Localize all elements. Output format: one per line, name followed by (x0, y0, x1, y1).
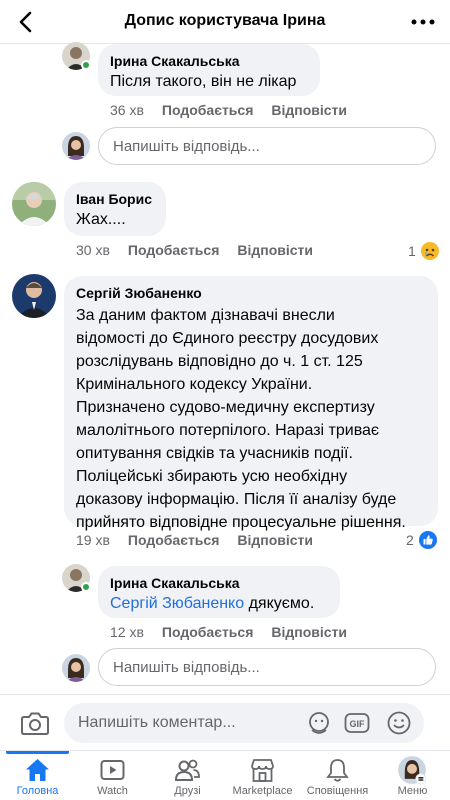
comment-text: Сергій Зюбаненко дякуємо. (110, 592, 328, 615)
comment-text-line: доказову інформацію. Після її аналізу бу… (76, 491, 397, 508)
avatar[interactable] (12, 182, 56, 226)
reply-input[interactable]: Напишіть відповідь... (98, 127, 436, 165)
avatar[interactable] (12, 274, 56, 318)
reply-button[interactable]: Відповісти (271, 102, 347, 118)
reaction-count: 1 (408, 243, 416, 259)
tab-notifications[interactable]: Сповіщення (300, 751, 375, 800)
comment-text-line: Поліцейські збирають усю необхідну (76, 468, 348, 485)
tab-menu[interactable]: Меню (375, 751, 450, 800)
comment-time[interactable]: 36 хв (110, 102, 144, 118)
like-button[interactable]: Подобається (162, 102, 253, 118)
comment-bubble[interactable]: Іван Борис Жах.... (64, 182, 166, 236)
comment-text-line: розслідувань відповідно до ч. 1 ст. 125 (76, 353, 363, 370)
comment-text: Жах.... (76, 211, 126, 228)
comment-bubble[interactable]: Ірина Скакальська Після такого, він не л… (98, 44, 320, 96)
comment-text-line: прийнято відповідне процесуальне рішення… (76, 514, 406, 531)
like-button[interactable]: Подобається (162, 624, 253, 640)
comment-time[interactable]: 19 хв (76, 532, 110, 548)
comment-actions: 30 хв Подобається Відповісти (76, 242, 313, 258)
tab-label: Marketplace (232, 785, 293, 797)
comment-text-line: Кримінального кодексу України. (76, 376, 313, 393)
back-arrow-icon[interactable] (12, 8, 40, 36)
comment-composer: Напишіть коментар... GIF (0, 694, 450, 750)
comment-author[interactable]: Ірина Скакальська (110, 52, 308, 70)
tab-label: Друзі (174, 785, 201, 797)
tab-friends[interactable]: Друзі (150, 751, 225, 800)
tab-marketplace[interactable]: Marketplace (225, 751, 300, 800)
comment-text-line: опитування свідків та учасників події. (76, 445, 353, 462)
svg-text:GIF: GIF (350, 719, 366, 729)
friends-icon (174, 759, 200, 781)
like-button[interactable]: Подобається (128, 242, 219, 258)
camera-icon[interactable] (20, 709, 50, 737)
reply-button[interactable]: Відповісти (271, 624, 347, 640)
comment-input-placeholder: Напишіть коментар... (78, 714, 236, 731)
comment-text-line: За даним фактом дізнавачі внесли (76, 307, 335, 324)
menu-avatar-icon (398, 756, 427, 785)
tab-bar: Головна Watch Друзі Marketplace Сповіщен… (0, 750, 450, 800)
comment-bubble[interactable]: Сергій Зюбаненко За даним фактом дізнава… (64, 276, 438, 531)
like-button[interactable]: Подобається (128, 532, 219, 548)
like-icon (418, 531, 437, 549)
reaction-summary[interactable]: 2 (406, 530, 438, 550)
comment-author[interactable]: Ірина Скакальська (110, 574, 328, 592)
comment-text-line: Призначено судово-медичну експертизу (76, 399, 375, 416)
more-options-icon[interactable] (410, 14, 436, 30)
comment-author[interactable]: Сергій Зюбаненко (76, 284, 426, 302)
page-title: Допис користувача Ірина (124, 12, 326, 29)
bell-icon (326, 759, 349, 782)
comment-actions: 19 хв Подобається Відповісти (76, 532, 313, 548)
tab-label: Сповіщення (306, 785, 369, 797)
tab-label: Watch (97, 785, 128, 797)
comment-time[interactable]: 12 хв (110, 624, 144, 640)
tab-home[interactable]: Головна (0, 751, 75, 800)
gif-icon[interactable]: GIF (344, 710, 370, 736)
comment-text-line: відомості до Єдиного реєстру досудових (76, 330, 379, 347)
tab-label: Головна (16, 785, 59, 797)
reply-input[interactable]: Напишіть відповідь... (98, 648, 436, 686)
comment-text-line: малолітнього потерпілого. Наразі триває (76, 422, 380, 439)
marketplace-icon (251, 759, 274, 782)
my-avatar (62, 654, 90, 682)
my-avatar (62, 132, 90, 160)
reaction-summary[interactable]: 1 (408, 241, 440, 261)
home-icon (26, 759, 49, 781)
comment-text-rest: дякуємо. (244, 595, 315, 612)
comment-input[interactable]: Напишіть коментар... (64, 703, 424, 743)
top-bar: Допис користувача Ірина (0, 0, 450, 44)
comment-text: Після такого, він не лікар (110, 73, 297, 90)
avatar-sticker-icon[interactable] (306, 710, 332, 736)
mention-link[interactable]: Сергій Зюбаненко (110, 595, 244, 612)
comment-actions: 12 хв Подобається Відповісти (110, 624, 347, 640)
reply-button[interactable]: Відповісти (237, 532, 313, 548)
comment-author[interactable]: Іван Борис (76, 190, 154, 208)
reaction-count: 2 (406, 532, 414, 548)
comment-bubble[interactable]: Ірина Скакальська Сергій Зюбаненко дякує… (98, 566, 340, 618)
tab-label: Меню (397, 785, 428, 797)
comment-actions: 36 хв Подобається Відповісти (110, 102, 347, 118)
online-status-dot (81, 60, 91, 70)
comment-time[interactable]: 30 хв (76, 242, 110, 258)
reply-button[interactable]: Відповісти (237, 242, 313, 258)
crying-emoji-icon (420, 242, 439, 260)
watch-icon (100, 760, 125, 780)
online-status-dot (81, 582, 91, 592)
emoji-icon[interactable] (386, 710, 412, 736)
tab-watch[interactable]: Watch (75, 751, 150, 800)
